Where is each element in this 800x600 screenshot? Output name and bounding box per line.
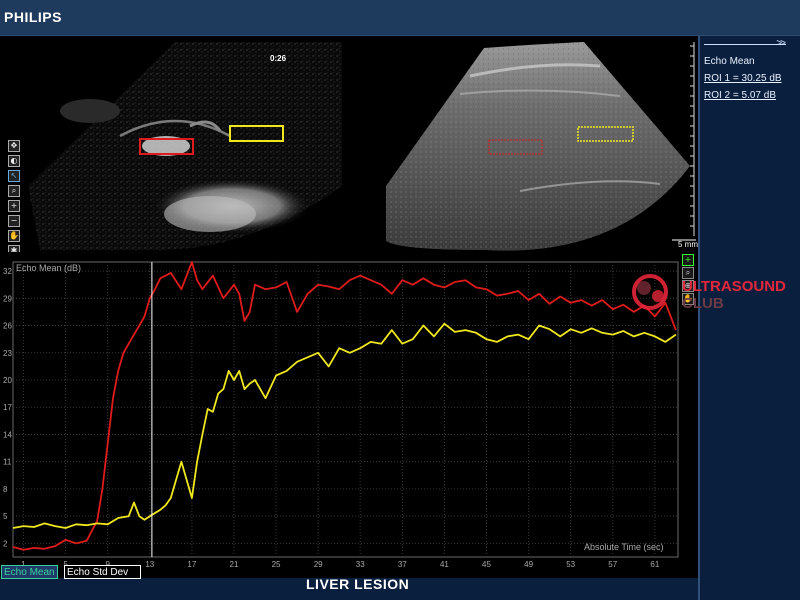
tab-echo-mean[interactable]: Echo Mean: [1, 565, 58, 579]
pointer-icon[interactable]: ↖: [8, 170, 20, 182]
x-tick-label: 21: [230, 560, 239, 569]
club-logo-icon: [632, 274, 668, 310]
x-tick-label: 37: [398, 560, 407, 569]
double-chevron-icon: >>: [776, 38, 786, 49]
x-tick-label: 17: [187, 560, 196, 569]
plus-icon[interactable]: +: [682, 254, 694, 266]
y-tick-label: 23: [3, 349, 12, 358]
y-tick-label: 11: [3, 458, 12, 467]
y-tick-label: 17: [3, 403, 12, 412]
y-tick-label: 26: [3, 322, 12, 331]
zoom-icon[interactable]: ⌕: [8, 185, 20, 197]
chart-svg: 2581114172023262932159131721252933374145…: [0, 252, 698, 578]
roi-panel: >> Echo Mean ROI 1 = 30.25 dB ROI 2 = 5.…: [698, 36, 800, 600]
ultrasound-images: [28, 42, 696, 251]
y-tick-label: 5: [3, 512, 8, 521]
panel-expand-arrow[interactable]: >>: [704, 38, 798, 49]
x-tick-label: 49: [524, 560, 533, 569]
x-tick-label: 13: [145, 560, 154, 569]
header-bar: PHILIPS: [0, 0, 800, 36]
watermark-line1: ULTRASOUND: [682, 278, 786, 295]
panel-title: Echo Mean: [704, 56, 755, 67]
x-tick-label: 53: [566, 560, 575, 569]
y-tick-label: 8: [3, 485, 8, 494]
y-tick-label: 29: [3, 294, 12, 303]
x-tick-label: 33: [356, 560, 365, 569]
x-tick-label: 57: [608, 560, 617, 569]
y-tick-label: 14: [3, 430, 12, 439]
x-tick-label: 45: [482, 560, 491, 569]
y-axis-label: Echo Mean (dB): [16, 263, 81, 273]
x-tick-label: 29: [314, 560, 323, 569]
roi1-value[interactable]: ROI 1 = 30.25 dB: [704, 73, 782, 84]
ultrasound-image-area: 0:26 5 mm: [0, 36, 698, 252]
move-icon[interactable]: ✥: [8, 140, 20, 152]
zoom-in-icon[interactable]: +: [8, 200, 20, 212]
y-tick-label: 2: [3, 539, 8, 548]
ultrasound-club-watermark: ULTRASOUND CLUB: [628, 270, 798, 314]
x-tick-label: 25: [272, 560, 281, 569]
tab-echo-std-dev[interactable]: Echo Std Dev: [64, 565, 141, 579]
roi2-value[interactable]: ROI 2 = 5.07 dB: [704, 90, 776, 101]
brand-logo: PHILIPS: [4, 9, 62, 25]
timestamp: 0:26: [270, 54, 287, 63]
time-intensity-chart: 2581114172023262932159131721252933374145…: [0, 252, 698, 578]
hand-icon[interactable]: ✋: [8, 230, 20, 242]
x-tick-label: 61: [650, 560, 659, 569]
depth-ruler: [690, 42, 695, 236]
x-tick-label: 41: [440, 560, 449, 569]
image-toolbar: ✥ ◐ ↖ ⌕ + − ✋ ✱: [8, 140, 22, 260]
x-axis-label: Absolute Time (sec): [584, 542, 664, 552]
contrast-icon[interactable]: ◐: [8, 155, 20, 167]
image-caption: LIVER LESION: [306, 576, 410, 592]
zoom-out-icon[interactable]: −: [8, 215, 20, 227]
scale-label: 5 mm: [678, 240, 698, 249]
y-tick-label: 32: [3, 267, 12, 276]
watermark-line2: CLUB: [682, 295, 724, 312]
y-tick-label: 20: [3, 376, 12, 385]
